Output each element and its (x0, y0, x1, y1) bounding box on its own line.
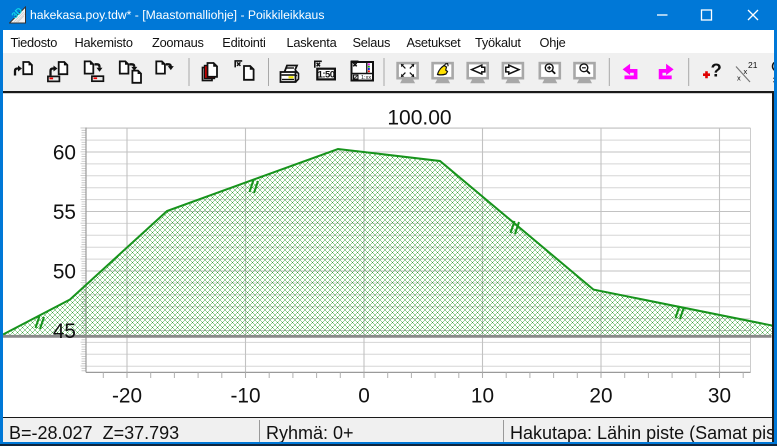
svg-text:?: ? (711, 59, 722, 80)
svg-text:21: 21 (748, 60, 758, 70)
svg-text:1:50: 1:50 (318, 70, 335, 81)
svg-text:20: 20 (589, 384, 612, 407)
svg-text:1:xx: 1:xx (361, 75, 371, 81)
svg-text:30: 30 (708, 384, 731, 407)
svg-text:50: 50 (53, 261, 76, 284)
svg-text:x: x (737, 74, 741, 83)
svg-text:55: 55 (53, 201, 76, 224)
svg-text:-10: -10 (230, 384, 260, 407)
svg-text:10: 10 (471, 384, 494, 407)
svg-text:x: x (744, 67, 748, 76)
svg-text:0: 0 (358, 384, 370, 407)
svg-text:60: 60 (53, 142, 76, 165)
svg-text:100.00: 100.00 (387, 106, 451, 129)
svg-text:-20: -20 (112, 384, 142, 407)
svg-text:45: 45 (53, 320, 76, 343)
